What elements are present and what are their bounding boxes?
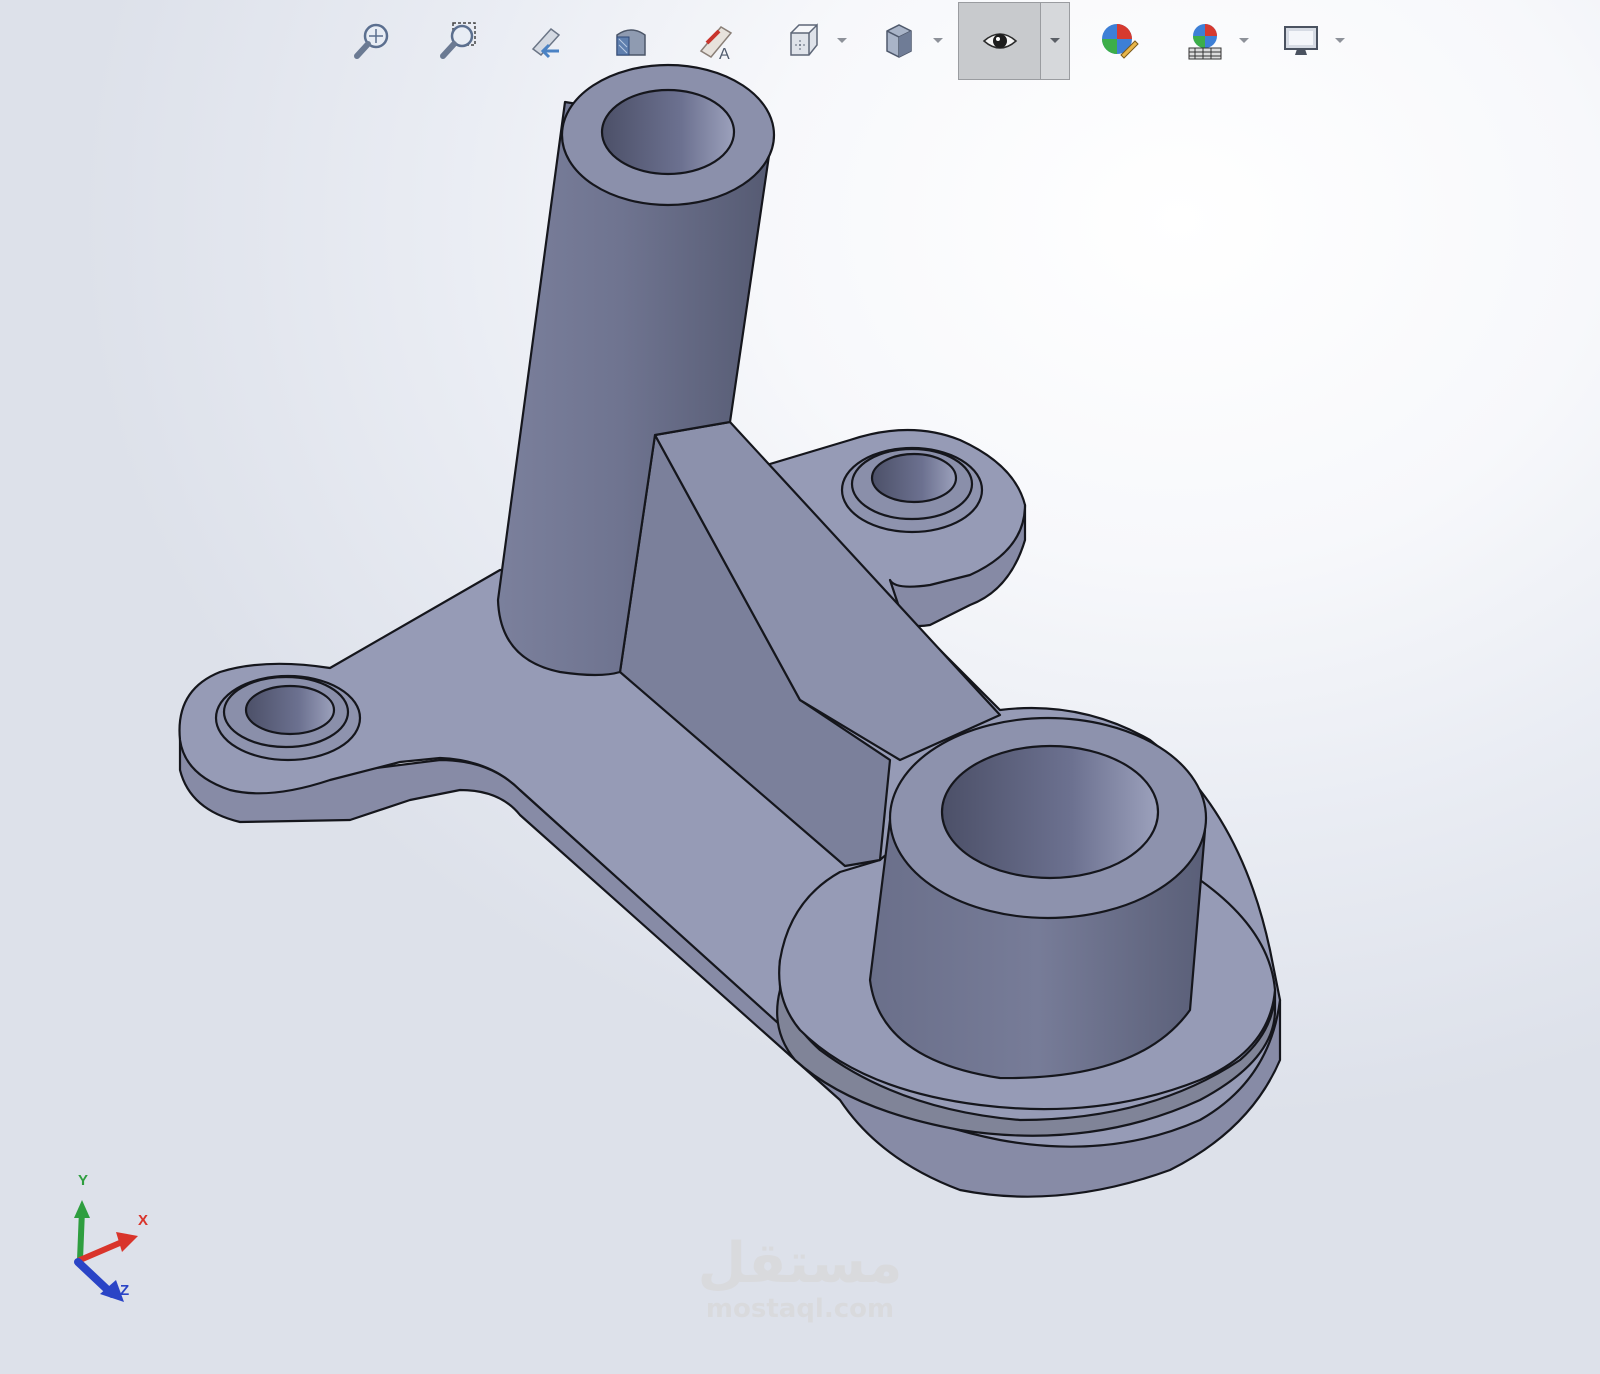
reference-triad: Y X Z: [60, 1172, 180, 1320]
triad-x-label: X: [138, 1212, 149, 1229]
part-model[interactable]: [0, 0, 1600, 1374]
tall-cylinder-bore: [600, 88, 736, 176]
rear-hole: [870, 452, 958, 504]
watermark: مستقل mostaql.com: [690, 1231, 910, 1324]
front-boss-bore: [940, 744, 1160, 880]
left-hole: [244, 684, 336, 736]
triad-y-label: Y: [78, 1172, 89, 1189]
watermark-url: mostaql.com: [705, 1294, 895, 1324]
graphics-area[interactable]: A Y X Z مستقل mostaql.com: [0, 0, 1600, 1374]
triad-z-label: Z: [120, 1282, 130, 1299]
watermark-logo: مستقل: [697, 1231, 903, 1296]
triad-x-axis: [77, 1239, 125, 1263]
